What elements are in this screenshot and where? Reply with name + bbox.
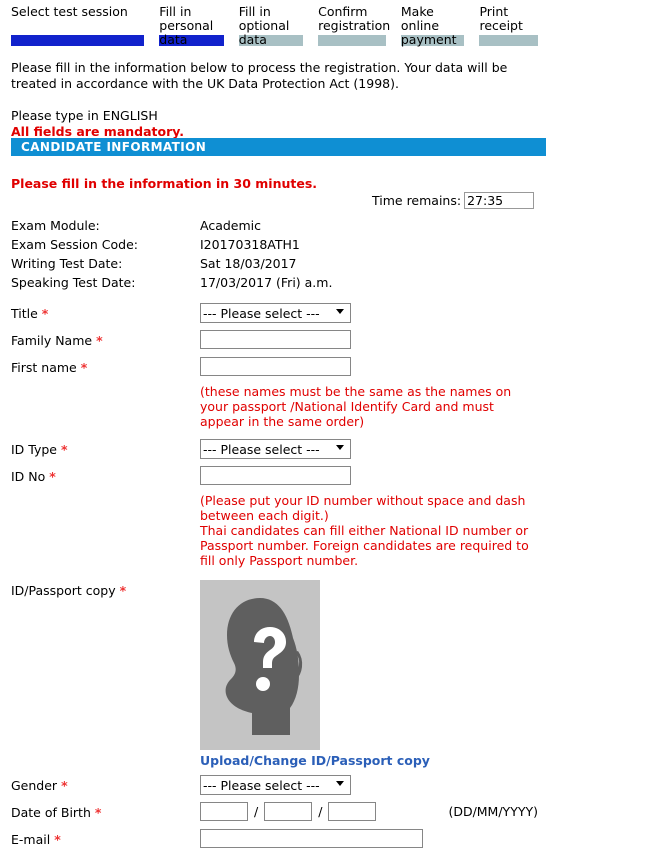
required-asterisk: * (60, 442, 68, 457)
exam-info-table: Exam Module: Academic Exam Session Code:… (11, 218, 551, 294)
family-name-input[interactable] (200, 330, 351, 349)
field-row-title: Title * --- Please select --- (11, 303, 651, 323)
first-name-label: First name * (11, 357, 200, 377)
info-value: Academic (200, 218, 262, 233)
step-bar (318, 35, 386, 46)
email-input[interactable] (200, 829, 423, 848)
title-select[interactable]: --- Please select --- (200, 303, 351, 323)
step-label: Print receipt (479, 4, 523, 33)
field-row-date-of-birth: Date of Birth * / / (DD/MM/YYYY) (11, 802, 651, 822)
dob-format-hint: (DD/MM/YYYY) (448, 804, 538, 819)
gender-select[interactable]: --- Please select --- (200, 775, 351, 795)
intro-text: Please fill in the information below to … (11, 60, 541, 140)
step-fill-optional-data[interactable]: Fill in optional data (238, 4, 318, 47)
step-make-online-payment[interactable]: Make online payment (400, 4, 480, 47)
required-asterisk: * (80, 360, 88, 375)
required-asterisk: * (49, 469, 56, 484)
step-fill-personal-data[interactable]: Fill in personal data (159, 4, 238, 47)
id-type-label-text: ID Type (11, 442, 57, 457)
step-bar (479, 35, 538, 46)
dob-separator: / (254, 804, 259, 819)
gender-label-text: Gender (11, 778, 58, 793)
date-of-birth-label: Date of Birth * (11, 802, 200, 822)
title-label-text: Title (11, 306, 38, 321)
date-of-birth-label-text: Date of Birth (11, 805, 91, 820)
id-copy-label-text: ID/Passport copy (11, 583, 116, 598)
first-name-input[interactable] (200, 357, 351, 376)
step-bar (11, 35, 145, 46)
id-type-select[interactable]: --- Please select --- (200, 439, 351, 459)
id-nationality-hint: Thai candidates can fill either National… (200, 523, 529, 568)
id-type-label: ID Type * (11, 439, 200, 459)
unknown-person-icon (200, 580, 320, 750)
required-asterisk: * (61, 778, 68, 793)
candidate-information-header: CANDIDATE INFORMATION (11, 138, 546, 156)
email-label-text: E-mail (11, 832, 51, 847)
info-key: Speaking Test Date: (11, 275, 136, 290)
upload-id-copy-link[interactable]: Upload/Change ID/Passport copy (200, 753, 651, 768)
timer-label: Time remains: (372, 193, 462, 208)
step-label: Confirm registration (318, 4, 391, 33)
dob-year-input[interactable] (328, 802, 377, 821)
intro-language-text: Please type in ENGLISH (11, 108, 158, 123)
required-asterisk: * (119, 583, 127, 598)
first-name-label-text: First name (11, 360, 77, 375)
step-label: Select test session (11, 4, 128, 19)
gender-label: Gender * (11, 775, 200, 795)
id-no-input[interactable] (200, 466, 351, 485)
progress-steps: Select test session Fill in personal dat… (11, 4, 553, 47)
email-label: E-mail * (11, 829, 200, 849)
field-row-gender: Gender * --- Please select --- (11, 775, 651, 795)
info-row: Exam Module: Academic (11, 218, 551, 237)
required-asterisk: * (41, 306, 49, 321)
info-value: 17/03/2017 (Fri) a.m. (200, 275, 333, 290)
field-row-id-no: ID No * (Please put your ID number witho… (11, 466, 651, 568)
intro-privacy-text: Please fill in the information below to … (11, 60, 508, 91)
time-remaining-field (464, 192, 535, 209)
field-row-id-type: ID Type * --- Please select --- (11, 439, 651, 459)
field-row-first-name: First name * (these names must be the sa… (11, 357, 651, 429)
field-row-id-copy: ID/Passport copy * Upload/Change ID/Pass… (11, 580, 651, 768)
info-key: Exam Module: (11, 218, 100, 233)
step-label: Fill in optional data (238, 4, 290, 47)
name-match-hint: (these names must be the same as the nam… (200, 384, 512, 429)
info-value: Sat 18/03/2017 (200, 256, 297, 271)
time-limit-warning: Please fill in the information in 30 min… (11, 176, 318, 191)
id-format-hint: (Please put your ID number without space… (200, 493, 526, 523)
step-select-test-session[interactable]: Select test session (11, 5, 159, 46)
step-confirm-registration[interactable]: Confirm registration (318, 5, 401, 46)
dob-day-input[interactable] (200, 802, 248, 821)
step-print-receipt[interactable]: Print receipt (479, 5, 553, 46)
required-asterisk: * (96, 333, 103, 348)
step-label: Make online payment (400, 4, 457, 47)
candidate-form: Title * --- Please select --- Family Nam… (11, 303, 651, 856)
required-asterisk: * (94, 805, 102, 820)
info-value: I20170318ATH1 (200, 237, 300, 252)
info-row: Speaking Test Date: 17/03/2017 (Fri) a.m… (11, 275, 551, 294)
dob-separator: / (318, 804, 323, 819)
id-copy-label: ID/Passport copy * (11, 580, 200, 600)
id-copy-preview[interactable] (200, 580, 320, 750)
family-name-label-text: Family Name (11, 333, 93, 348)
info-row: Exam Session Code: I20170318ATH1 (11, 237, 551, 256)
step-label: Fill in personal data (159, 4, 214, 47)
dob-month-input[interactable] (264, 802, 313, 821)
id-no-label: ID No * (11, 466, 200, 486)
field-row-family-name: Family Name * (11, 330, 651, 350)
info-key: Exam Session Code: (11, 237, 138, 252)
family-name-label: Family Name * (11, 330, 200, 350)
info-key: Writing Test Date: (11, 256, 123, 271)
field-row-email: E-mail * (11, 829, 651, 849)
timer-area: Time remains: (372, 192, 535, 209)
id-no-label-text: ID No (11, 469, 46, 484)
required-asterisk: * (54, 832, 61, 847)
info-row: Writing Test Date: Sat 18/03/2017 (11, 256, 551, 275)
title-label: Title * (11, 303, 200, 323)
